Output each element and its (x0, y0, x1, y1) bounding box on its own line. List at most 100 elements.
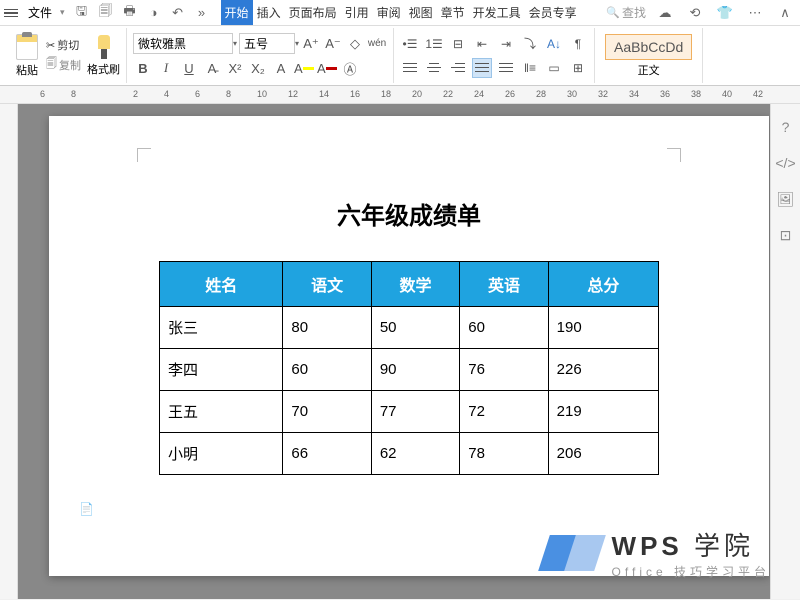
sync-icon[interactable]: ⟲ (687, 5, 703, 21)
grades-table[interactable]: 姓名 语文 数学 英语 总分 张三 80 50 60 190 李四 (159, 261, 659, 475)
sort-button[interactable]: A↓ (544, 34, 564, 54)
table-row[interactable]: 王五 70 77 72 219 (160, 391, 659, 433)
line-spacing-button[interactable]: ‖≡ (520, 58, 540, 78)
subscript-button[interactable]: X₂ (248, 58, 268, 78)
shading-button[interactable]: ▭ (544, 58, 564, 78)
distribute-button[interactable] (496, 58, 516, 78)
cell[interactable]: 70 (283, 391, 371, 433)
code-icon[interactable]: </> (777, 154, 795, 172)
horizontal-ruler[interactable]: 6824681012141618202224262830323436384042 (0, 86, 800, 104)
cloud-icon[interactable]: ☁ (657, 5, 673, 21)
numbering-button[interactable]: 1☰ (424, 34, 444, 54)
cell[interactable]: 80 (283, 307, 371, 349)
search-input[interactable]: 查找 (606, 4, 646, 21)
document-title[interactable]: 六年级成绩单 (159, 196, 659, 231)
file-menu[interactable]: 文件 (22, 2, 58, 23)
paste-button[interactable]: 粘贴 (12, 32, 42, 80)
cell[interactable]: 90 (371, 349, 459, 391)
cell[interactable]: 190 (548, 307, 658, 349)
header-math[interactable]: 数学 (371, 262, 459, 307)
text-direction-button[interactable]: ⤵ (520, 34, 540, 54)
cell[interactable]: 77 (371, 391, 459, 433)
preview-icon[interactable]: ◑ (146, 5, 162, 21)
strike-button[interactable]: A̵ (202, 58, 222, 78)
copy-button[interactable]: 🗐 复制 (46, 55, 81, 74)
cell[interactable]: 王五 (160, 391, 283, 433)
decrease-font-icon[interactable]: A⁻ (323, 34, 343, 54)
bullets-button[interactable]: •☰ (400, 34, 420, 54)
show-marks-button[interactable]: ¶ (568, 34, 588, 54)
settings-icon[interactable]: ⊡ (777, 226, 795, 244)
increase-font-icon[interactable]: A⁺ (301, 34, 321, 54)
print-icon[interactable]: 🖶 (122, 5, 138, 21)
format-painter-button[interactable]: 格式刷 (87, 35, 120, 77)
increase-indent-button[interactable]: ⇥ (496, 34, 516, 54)
tab-member[interactable]: 会员专享 (525, 0, 581, 25)
cell[interactable]: 76 (460, 349, 548, 391)
header-english[interactable]: 英语 (460, 262, 548, 307)
cell[interactable]: 60 (283, 349, 371, 391)
page[interactable]: 六年级成绩单 姓名 语文 数学 英语 总分 张三 80 50 60 190 (49, 116, 769, 576)
align-right-button[interactable] (448, 58, 468, 78)
tab-home[interactable]: 开始 (221, 0, 253, 25)
bold-button[interactable]: B (133, 58, 153, 78)
hamburger-icon[interactable] (4, 7, 18, 19)
clear-format-icon[interactable]: ◇ (345, 34, 365, 54)
more-icon[interactable]: ⋯ (747, 5, 763, 21)
undo-icon[interactable]: ↶ (170, 5, 186, 21)
cell[interactable]: 62 (371, 433, 459, 475)
borders-button[interactable]: ⊞ (568, 58, 588, 78)
font-color-button[interactable]: A (317, 58, 337, 78)
cell[interactable]: 226 (548, 349, 658, 391)
cell[interactable]: 78 (460, 433, 548, 475)
cell[interactable]: 60 (460, 307, 548, 349)
paragraph-group: •☰ 1☰ ⊟ ⇤ ⇥ ⤵ A↓ ¶ ‖≡ ▭ ⊞ (394, 28, 595, 83)
header-chinese[interactable]: 语文 (283, 262, 371, 307)
more-qat-icon[interactable]: » (194, 5, 210, 21)
skin-icon[interactable]: 👕 (717, 5, 733, 21)
header-name[interactable]: 姓名 (160, 262, 283, 307)
cell[interactable]: 李四 (160, 349, 283, 391)
tab-developer[interactable]: 开发工具 (469, 0, 525, 25)
cell[interactable]: 206 (548, 433, 658, 475)
tab-pagelayout[interactable]: 页面布局 (285, 0, 341, 25)
style-preview[interactable]: AaBbCcDd (605, 34, 692, 60)
text-effect-button[interactable]: A (271, 58, 291, 78)
tab-references[interactable]: 引用 (341, 0, 373, 25)
align-justify-button[interactable] (472, 58, 492, 78)
file-dropdown-icon[interactable]: ▾ (60, 7, 65, 18)
vertical-ruler[interactable] (0, 104, 18, 599)
help-icon[interactable]: ? (777, 118, 795, 136)
cell[interactable]: 张三 (160, 307, 283, 349)
superscript-button[interactable]: X² (225, 58, 245, 78)
phonetic-icon[interactable]: wén (367, 34, 387, 54)
cut-button[interactable]: ✂ 剪切 (46, 37, 81, 53)
char-border-button[interactable]: Ⓐ (340, 58, 360, 78)
image-icon[interactable]: 🖼 (777, 190, 795, 208)
cell[interactable]: 219 (548, 391, 658, 433)
tab-view[interactable]: 视图 (405, 0, 437, 25)
cell[interactable]: 50 (371, 307, 459, 349)
table-row[interactable]: 小明 66 62 78 206 (160, 433, 659, 475)
header-total[interactable]: 总分 (548, 262, 658, 307)
collapse-ribbon-icon[interactable]: ∧ (777, 5, 793, 21)
multilevel-button[interactable]: ⊟ (448, 34, 468, 54)
tab-insert[interactable]: 插入 (253, 0, 285, 25)
highlight-button[interactable]: A (294, 58, 314, 78)
save-icon[interactable]: 🖫 (74, 5, 90, 21)
underline-button[interactable]: U (179, 58, 199, 78)
align-center-button[interactable] (424, 58, 444, 78)
cell[interactable]: 66 (283, 433, 371, 475)
cell[interactable]: 72 (460, 391, 548, 433)
print-preview-icon[interactable]: 🗐 (98, 5, 114, 21)
font-name-select[interactable]: 微软雅黑 (133, 33, 233, 54)
table-row[interactable]: 李四 60 90 76 226 (160, 349, 659, 391)
table-row[interactable]: 张三 80 50 60 190 (160, 307, 659, 349)
tab-sections[interactable]: 章节 (437, 0, 469, 25)
tab-review[interactable]: 审阅 (373, 0, 405, 25)
align-left-button[interactable] (400, 58, 420, 78)
font-size-select[interactable]: 五号 (239, 33, 295, 54)
cell[interactable]: 小明 (160, 433, 283, 475)
italic-button[interactable]: I (156, 58, 176, 78)
decrease-indent-button[interactable]: ⇤ (472, 34, 492, 54)
